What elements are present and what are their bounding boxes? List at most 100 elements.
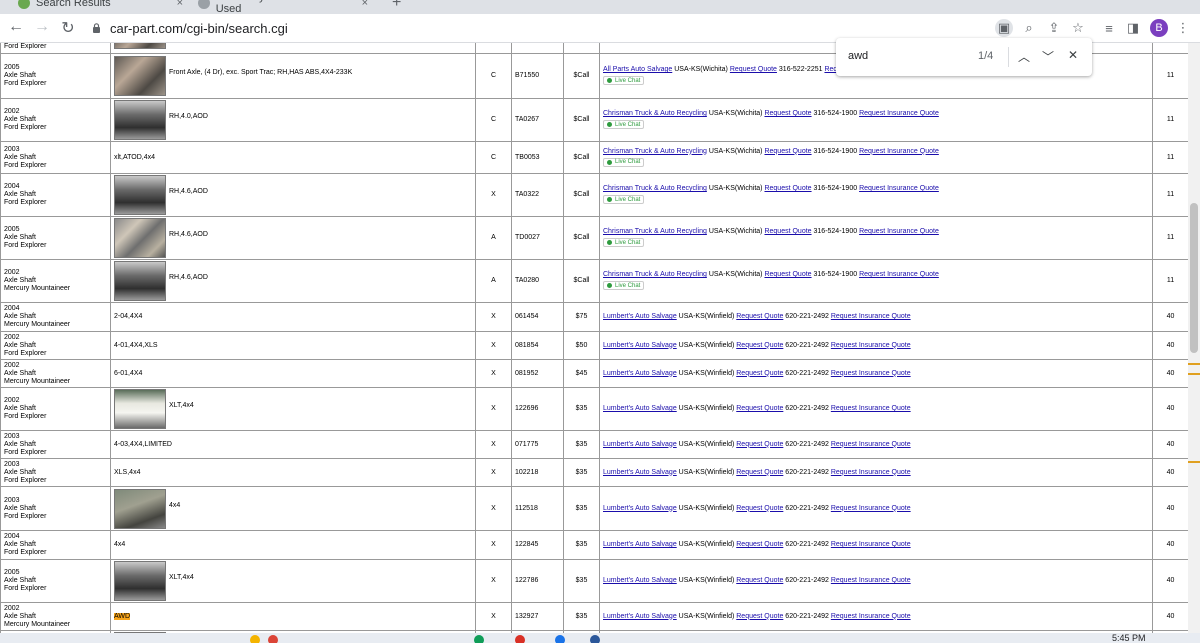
bookmark-star-icon[interactable]: ☆ [1069, 19, 1087, 37]
request-insurance-quote-link[interactable]: Request Insurance Quote [859, 110, 939, 117]
taskbar-app-icon[interactable] [474, 635, 484, 643]
part-photo[interactable] [114, 561, 166, 601]
vertical-scrollbar[interactable] [1188, 43, 1200, 633]
live-chat-button[interactable]: Live Chat [603, 238, 644, 247]
request-insurance-quote-link[interactable]: Request Insurance Quote [859, 185, 939, 192]
live-chat-button[interactable]: Live Chat [603, 120, 644, 129]
request-insurance-quote-link[interactable]: Request Insurance Quote [831, 370, 911, 377]
request-insurance-quote-link[interactable]: Request Insurance Quote [831, 613, 911, 620]
part-photo[interactable] [114, 489, 166, 529]
part-photo[interactable] [114, 56, 166, 96]
request-quote-link[interactable]: Request Quote [736, 613, 783, 620]
dealer-link[interactable]: Lumbert's Auto Salvage [603, 577, 677, 584]
request-insurance-quote-link[interactable]: Request Insurance Quote [859, 271, 939, 278]
tab-broadway-truck[interactable]: Broadway Truck & Auto - Used × [198, 0, 368, 14]
request-quote-link[interactable]: Request Quote [736, 313, 783, 320]
part-photo[interactable] [114, 175, 166, 215]
part-photo[interactable] [114, 389, 166, 429]
dealer-location: USA-KS(Winfield) [679, 342, 735, 349]
request-quote-link[interactable]: Request Quote [764, 185, 811, 192]
request-quote-link[interactable]: Request Quote [764, 271, 811, 278]
live-chat-button[interactable]: Live Chat [603, 76, 644, 85]
request-quote-link[interactable]: Request Quote [736, 541, 783, 548]
part-photo[interactable] [114, 261, 166, 301]
dealer-link[interactable]: Lumbert's Auto Salvage [603, 313, 677, 320]
taskbar-app-icon[interactable] [555, 635, 565, 643]
find-input[interactable]: awd [848, 50, 868, 62]
menu-kebab-icon[interactable]: ⋮ [1174, 19, 1192, 37]
dealer-link[interactable]: Lumbert's Auto Salvage [603, 441, 677, 448]
part-photo[interactable] [114, 43, 166, 49]
request-insurance-quote-link[interactable]: Request Insurance Quote [831, 469, 911, 476]
live-chat-button[interactable]: Live Chat [603, 195, 644, 204]
request-quote-link[interactable]: Request Quote [736, 577, 783, 584]
request-insurance-quote-link[interactable]: Request Insurance Quote [831, 441, 911, 448]
dealer-link[interactable]: Lumbert's Auto Salvage [603, 405, 677, 412]
taskbar-app-icon[interactable] [250, 635, 260, 643]
dealer-link[interactable]: Chrisman Truck & Auto Recycling [603, 110, 707, 117]
scrollbar-thumb[interactable] [1190, 203, 1198, 353]
distance-cell: 11 [1153, 99, 1189, 142]
vehicle-model: Mercury Mountaineer [4, 621, 70, 628]
dealer-link[interactable]: All Parts Auto Salvage [603, 66, 672, 73]
side-panel-icon[interactable]: ◨ [1124, 19, 1142, 37]
dealer-link[interactable]: Chrisman Truck & Auto Recycling [603, 271, 707, 278]
dealer-link[interactable]: Lumbert's Auto Salvage [603, 541, 677, 548]
distance-cell: 40 [1153, 560, 1189, 603]
forward-arrow-icon[interactable]: → [32, 18, 52, 36]
request-insurance-quote-link[interactable]: Request Insurance Quote [831, 313, 911, 320]
tab-search-results[interactable]: Search Results × [18, 0, 183, 14]
reading-list-icon[interactable]: ≡ [1100, 19, 1118, 37]
taskbar-app-icon[interactable] [590, 635, 600, 643]
profile-avatar[interactable]: B [1150, 19, 1168, 37]
request-insurance-quote-link[interactable]: Request Insurance Quote [831, 577, 911, 584]
request-quote-link[interactable]: Request Quote [764, 148, 811, 155]
request-insurance-quote-link[interactable]: Request Insurance Quote [831, 342, 911, 349]
request-quote-link[interactable]: Request Quote [736, 405, 783, 412]
price-cell: $35 [564, 531, 600, 560]
request-insurance-quote-link[interactable]: Request Insurance Quote [831, 505, 911, 512]
find-previous-icon[interactable]: ︿ [1016, 48, 1032, 65]
request-insurance-quote-link[interactable]: Request Insurance Quote [831, 541, 911, 548]
zoom-icon[interactable]: ⌕ [1020, 19, 1038, 37]
find-next-icon[interactable]: ﹀ [1040, 48, 1056, 65]
dealer-cell: Lumbert's Auto Salvage USA-KS(Winfield) … [600, 603, 1153, 631]
live-chat-button[interactable]: Live Chat [603, 281, 644, 290]
dealer-link[interactable]: Lumbert's Auto Salvage [603, 342, 677, 349]
request-quote-link[interactable]: Request Quote [736, 441, 783, 448]
find-close-icon[interactable]: ✕ [1065, 48, 1081, 62]
lock-icon[interactable] [92, 23, 101, 33]
request-quote-link[interactable]: Request Quote [730, 66, 777, 73]
dealer-link[interactable]: Chrisman Truck & Auto Recycling [603, 228, 707, 235]
dealer-link[interactable]: Lumbert's Auto Salvage [603, 613, 677, 620]
back-arrow-icon[interactable]: ← [6, 18, 26, 36]
dealer-link[interactable]: Chrisman Truck & Auto Recycling [603, 148, 707, 155]
dealer-link[interactable]: Lumbert's Auto Salvage [603, 469, 677, 476]
request-insurance-quote-link[interactable]: Request Insurance Quote [859, 148, 939, 155]
dealer-link[interactable]: Lumbert's Auto Salvage [603, 370, 677, 377]
tab-close-icon[interactable]: × [177, 0, 183, 9]
part-photo[interactable] [114, 218, 166, 258]
request-quote-link[interactable]: Request Quote [764, 228, 811, 235]
new-tab-button[interactable]: + [392, 0, 401, 12]
stock-number: 081952 [512, 360, 564, 388]
request-quote-link[interactable]: Request Quote [736, 505, 783, 512]
dealer-link[interactable]: Lumbert's Auto Salvage [603, 505, 677, 512]
live-chat-button[interactable]: Live Chat [603, 158, 644, 167]
vehicle-model: Ford Explorer [4, 513, 46, 520]
part-photo[interactable] [114, 100, 166, 140]
request-insurance-quote-link[interactable]: Request Insurance Quote [831, 405, 911, 412]
taskbar-app-icon[interactable] [268, 635, 278, 643]
tab-close-icon[interactable]: × [362, 0, 368, 9]
request-quote-link[interactable]: Request Quote [736, 469, 783, 476]
dealer-link[interactable]: Chrisman Truck & Auto Recycling [603, 185, 707, 192]
request-quote-link[interactable]: Request Quote [736, 342, 783, 349]
address-bar[interactable]: car-part.com/cgi-bin/search.cgi [110, 21, 288, 36]
share-icon[interactable]: ⇪ [1045, 19, 1063, 37]
request-quote-link[interactable]: Request Quote [736, 370, 783, 377]
request-insurance-quote-link[interactable]: Request Insurance Quote [859, 228, 939, 235]
page-info-icon[interactable]: ▣ [995, 19, 1013, 37]
request-quote-link[interactable]: Request Quote [764, 110, 811, 117]
reload-icon[interactable]: ↻ [58, 18, 78, 38]
taskbar-app-icon[interactable] [515, 635, 525, 643]
